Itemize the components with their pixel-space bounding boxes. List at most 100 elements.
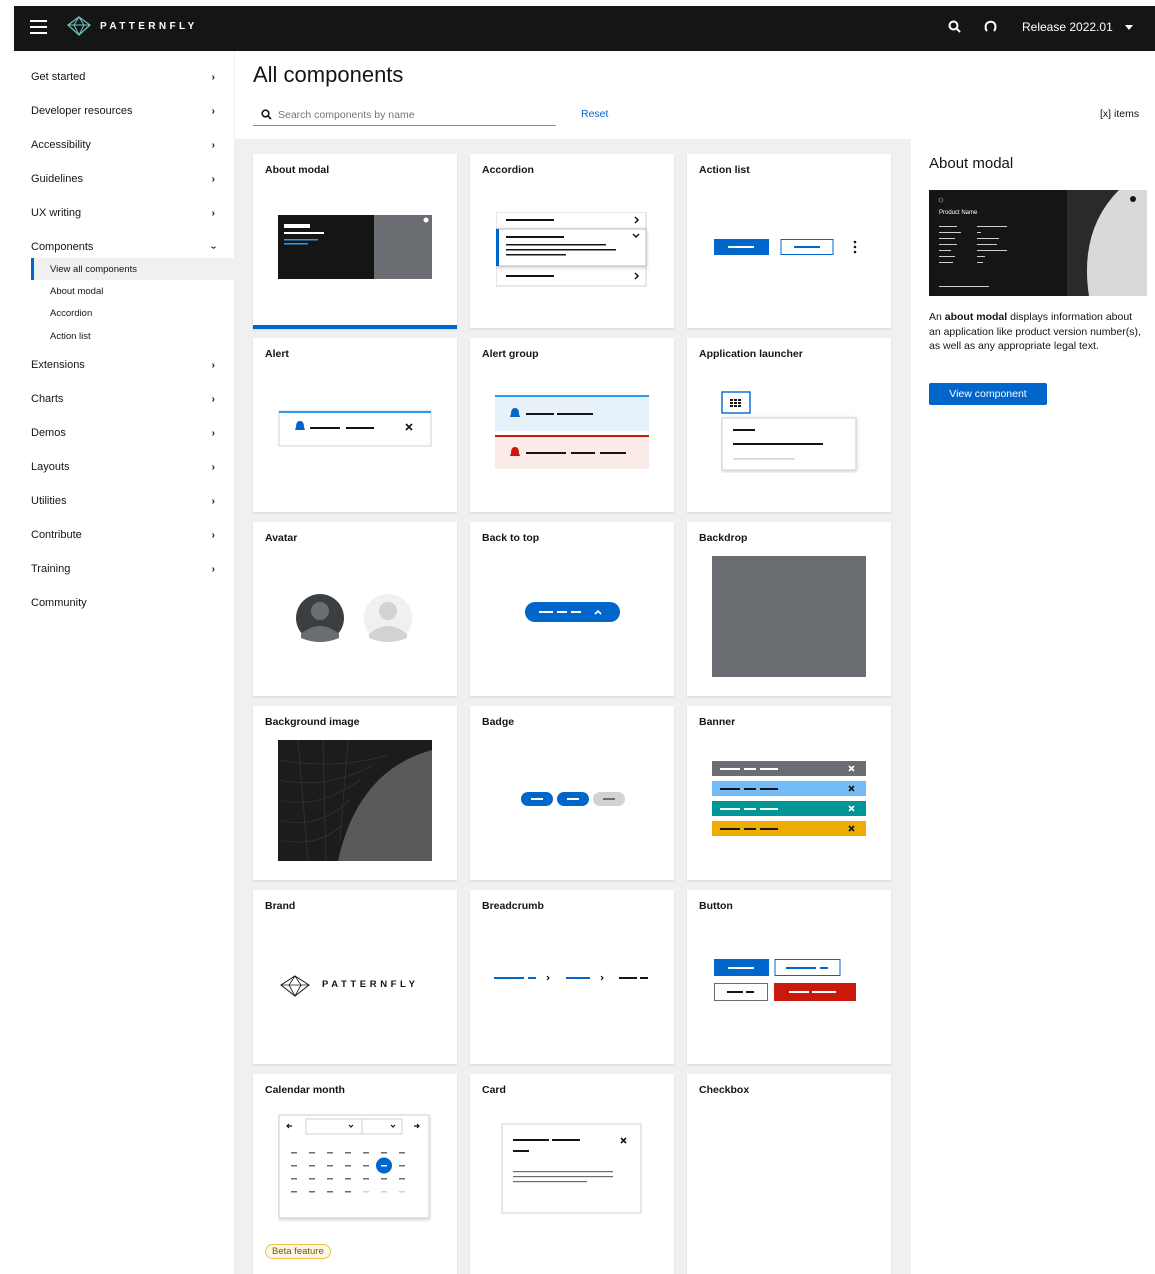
chevron-right-icon: › <box>211 359 215 371</box>
card-accordion[interactable]: Accordion <box>470 154 674 328</box>
patternfly-logo[interactable]: PATTERNFLY <box>66 16 198 36</box>
sidebar-item-contribute[interactable]: Contribute › <box>31 525 215 545</box>
card-button[interactable]: Button <box>687 890 891 1064</box>
beta-feature-badge: Beta feature <box>265 1244 331 1259</box>
card-title: Breadcrumb <box>482 900 544 912</box>
card-about-modal[interactable]: About modal <box>253 154 457 329</box>
release-label: Release 2022.01 <box>1022 20 1113 34</box>
card-title: Alert group <box>482 348 539 360</box>
card-title: Action list <box>699 164 750 176</box>
card-alert-group[interactable]: Alert group <box>470 338 674 512</box>
sidebar-item-label: Community <box>31 597 87 609</box>
search-input[interactable] <box>278 108 538 121</box>
chevron-right-icon: › <box>211 563 215 575</box>
sidebar-subitem-accordion[interactable]: Accordion <box>50 305 92 321</box>
sidebar-item-label: Developer resources <box>31 105 133 117</box>
chevron-down-icon: › <box>207 245 219 249</box>
card-title: Back to top <box>482 532 540 544</box>
sidebar-item-label: Layouts <box>31 461 70 473</box>
release-dropdown[interactable]: Release 2022.01 <box>1022 20 1133 34</box>
github-icon[interactable] <box>984 20 997 38</box>
card-application-launcher[interactable]: Application launcher <box>687 338 891 512</box>
card-title: Badge <box>482 716 515 728</box>
chevron-right-icon: › <box>211 207 215 219</box>
sidebar-subitem-action-list[interactable]: Action list <box>50 328 91 344</box>
card-action-list[interactable]: Action list <box>687 154 891 328</box>
badge-illustration <box>521 792 625 806</box>
card-title: Application launcher <box>699 348 803 360</box>
sidebar-item-label: Guidelines <box>31 173 83 185</box>
card-avatar[interactable]: Avatar <box>253 522 457 696</box>
backdrop-illustration <box>712 556 866 677</box>
patternfly-brand-icon <box>280 975 310 997</box>
app-frame: PATTERNFLY Release 2022.01 Get started › … <box>14 6 1155 1274</box>
card-alert[interactable]: Alert <box>253 338 457 512</box>
card-title: Calendar month <box>265 1084 345 1096</box>
detail-preview-image: Product Name <box>929 190 1147 296</box>
sidebar-item-training[interactable]: Training › <box>31 559 215 579</box>
card-title: Brand <box>265 900 296 912</box>
sidebar-item-extensions[interactable]: Extensions › <box>31 355 215 375</box>
logo-text: PATTERNFLY <box>100 20 198 32</box>
header-search-icon[interactable] <box>948 20 961 38</box>
detail-panel: About modal Product Name An about modal … <box>911 139 1155 1274</box>
reset-link[interactable]: Reset <box>581 108 608 120</box>
sidebar-item-get-started[interactable]: Get started › <box>31 67 215 87</box>
card-breadcrumb[interactable]: Breadcrumb <box>470 890 674 1064</box>
sidebar-item-label: Demos <box>31 427 66 439</box>
search-bar[interactable] <box>253 104 556 126</box>
breadcrumb-illustration <box>494 975 648 981</box>
chevron-right-icon: › <box>211 393 215 405</box>
card-banner[interactable]: Banner <box>687 706 891 880</box>
detail-desc-prefix: An <box>929 311 945 323</box>
chevron-right-icon: › <box>211 105 215 117</box>
card-title: Alert <box>265 348 289 360</box>
calendar-month-illustration <box>278 1114 430 1219</box>
detail-description: An about modal displays information abou… <box>929 310 1141 354</box>
background-image-illustration <box>278 740 432 861</box>
card-checkbox[interactable]: Checkbox <box>687 1074 891 1274</box>
sidebar-subitem-view-all-components[interactable]: View all components <box>50 261 137 277</box>
page-title: All components <box>253 62 404 87</box>
card-title: Checkbox <box>699 1084 750 1096</box>
search-icon <box>261 109 272 120</box>
hamburger-menu-icon[interactable] <box>30 20 47 34</box>
card-calendar-month[interactable]: Calendar month Beta feature <box>253 1074 457 1274</box>
sidebar-item-label: Components <box>31 241 94 253</box>
view-component-button[interactable]: View component <box>929 383 1047 405</box>
card-title: Card <box>482 1084 506 1096</box>
sidebar-item-layouts[interactable]: Layouts › <box>31 457 215 477</box>
masthead: PATTERNFLY Release 2022.01 <box>14 6 1155 51</box>
sidebar-item-components[interactable]: Components › <box>31 237 219 257</box>
sidebar-item-label: Get started <box>31 71 86 83</box>
sidebar-nav: Get started › Developer resources › Access… <box>14 51 235 1274</box>
patternfly-logo-icon <box>67 16 91 36</box>
card-brand[interactable]: Brand PATTERNFLY <box>253 890 457 1064</box>
sidebar-item-utilities[interactable]: Utilities › <box>31 491 215 511</box>
chevron-right-icon: › <box>211 71 215 83</box>
sidebar-item-charts[interactable]: Charts › <box>31 389 215 409</box>
sidebar-item-community[interactable]: Community <box>31 593 215 613</box>
sidebar-item-developer-resources[interactable]: Developer resources › <box>31 101 215 121</box>
card-back-to-top[interactable]: Back to top <box>470 522 674 696</box>
sidebar-subitem-about-modal[interactable]: About modal <box>50 283 103 299</box>
sidebar-item-guidelines[interactable]: Guidelines › <box>31 169 215 189</box>
card-title: Accordion <box>482 164 534 176</box>
avatar-illustration <box>296 594 412 642</box>
card-title: Backdrop <box>699 532 748 544</box>
brand-logo-text: PATTERNFLY <box>322 979 419 990</box>
button-illustration <box>714 959 856 1001</box>
card-badge[interactable]: Badge <box>470 706 674 880</box>
chevron-right-icon: › <box>211 173 215 185</box>
sidebar-item-accessibility[interactable]: Accessibility › <box>31 135 215 155</box>
sidebar-item-ux-writing[interactable]: UX writing › <box>31 203 215 223</box>
card-backdrop[interactable]: Backdrop <box>687 522 891 696</box>
sidebar-item-label: Extensions <box>31 359 85 371</box>
card-title: Button <box>699 900 733 912</box>
sidebar-item-demos[interactable]: Demos › <box>31 423 215 443</box>
detail-preview-product-name: Product Name <box>939 210 978 216</box>
application-launcher-illustration <box>721 391 857 471</box>
card-card[interactable]: Card <box>470 1074 674 1274</box>
card-background-image[interactable]: Background image <box>253 706 457 880</box>
card-title: Banner <box>699 716 736 728</box>
